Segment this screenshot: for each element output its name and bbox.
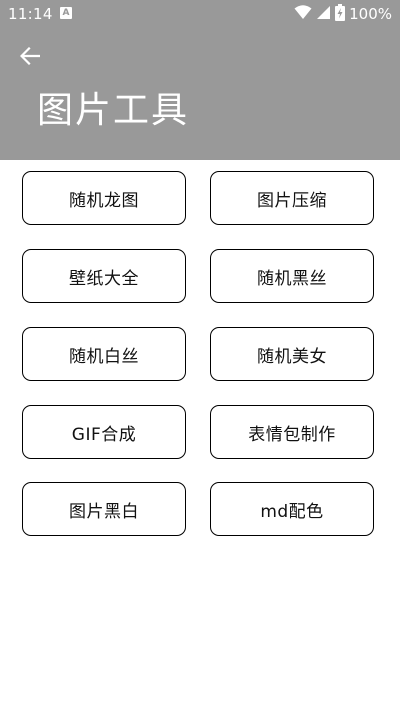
button-label: 图片压缩 (257, 190, 327, 211)
status-time: 11:14 (8, 5, 53, 23)
random-white-stockings-button[interactable]: 随机白丝 (22, 327, 186, 381)
button-label: 图片黑白 (69, 501, 139, 522)
status-bar: 11:14 A 100% (0, 0, 400, 28)
status-icons: 100% (294, 3, 392, 25)
app-bar: 图片工具 (0, 28, 400, 160)
random-beauty-button[interactable]: 随机美女 (210, 327, 374, 381)
wifi-icon (294, 4, 312, 24)
battery-percent: 100% (349, 5, 392, 23)
signal-icon (316, 5, 331, 24)
battery-charging-icon (335, 3, 346, 25)
wallpaper-collection-button[interactable]: 壁纸大全 (22, 249, 186, 303)
random-dragon-image-button[interactable]: 随机龙图 (22, 171, 186, 225)
notification-icon: A (60, 7, 72, 19)
random-black-stockings-button[interactable]: 随机黑丝 (210, 249, 374, 303)
image-compress-button[interactable]: 图片压缩 (210, 171, 374, 225)
image-grayscale-button[interactable]: 图片黑白 (22, 482, 186, 536)
button-label: GIF合成 (71, 424, 137, 445)
button-label: 壁纸大全 (69, 268, 139, 289)
button-label: md配色 (260, 501, 324, 522)
button-label: 随机白丝 (69, 346, 139, 367)
button-label: 表情包制作 (248, 424, 336, 445)
button-label: 随机龙图 (69, 190, 139, 211)
button-label: 随机黑丝 (257, 268, 327, 289)
gif-compose-button[interactable]: GIF合成 (22, 405, 186, 459)
meme-maker-button[interactable]: 表情包制作 (210, 405, 374, 459)
page-title: 图片工具 (37, 90, 190, 131)
md-color-scheme-button[interactable]: md配色 (210, 482, 374, 536)
back-button[interactable] (12, 42, 48, 74)
screen: 11:14 A 100% 图片工具 随机龙图 图片压缩 壁纸大全 随机黑丝 随机… (0, 0, 400, 711)
button-label: 随机美女 (257, 346, 327, 367)
arrow-left-icon (19, 46, 41, 69)
